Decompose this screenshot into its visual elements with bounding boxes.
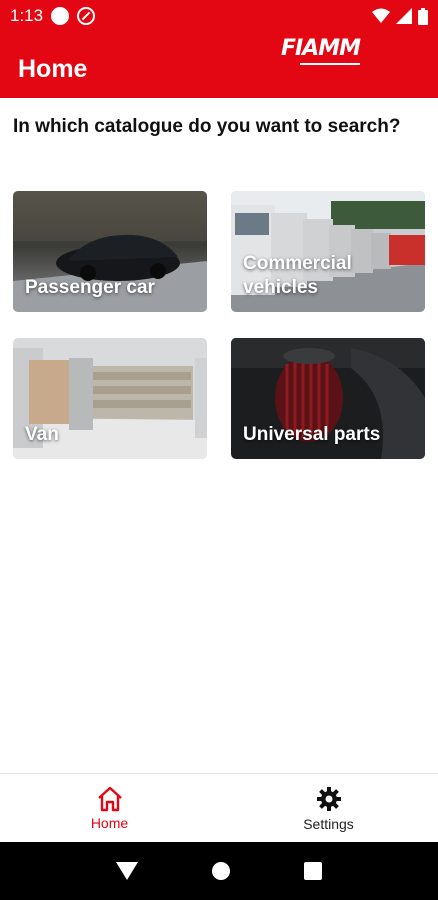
nav-label-settings: Settings (303, 815, 354, 832)
nav-label-home: Home (90, 814, 129, 831)
catalogue-label: Passenger car (25, 277, 155, 298)
catalogue-label: Universal parts (243, 424, 381, 445)
page-title: Home (18, 54, 88, 83)
notification-dot-icon (51, 7, 70, 25)
catalogue-label: Van (25, 424, 59, 445)
bottom-navigation: Home Settings (0, 773, 438, 842)
brand-logo-underline (300, 63, 360, 65)
wifi-icon (372, 8, 390, 23)
signal-icon (396, 8, 412, 24)
brand-logo: FIAMM (280, 36, 361, 61)
catalogue-tile-commercial-vehicles[interactable]: Commercial vehicles (231, 191, 425, 312)
gear-icon (316, 786, 341, 811)
catalogue-tile-passenger-car[interactable]: Passenger car (13, 191, 207, 312)
catalogue-tile-van[interactable]: Van (13, 338, 207, 459)
catalogue-label: Commercial vehicles (243, 253, 352, 298)
recents-icon[interactable] (303, 862, 322, 880)
catalogue-question: In which catalogue do you want to search… (13, 116, 401, 137)
do-not-disturb-icon (77, 7, 96, 25)
catalogue-tile-universal-parts[interactable]: Universal parts (231, 338, 425, 459)
home-circle-icon[interactable] (211, 861, 231, 881)
home-icon (97, 786, 122, 811)
back-icon[interactable] (116, 862, 139, 880)
app-bar: Home FIAMM (0, 32, 438, 98)
system-navigation-bar (0, 842, 438, 900)
nav-item-settings[interactable]: Settings (219, 774, 438, 842)
status-time: 1:13 (10, 6, 44, 25)
nav-item-home[interactable]: Home (0, 774, 219, 842)
battery-icon (418, 7, 428, 25)
status-bar: 1:13 (0, 0, 438, 32)
